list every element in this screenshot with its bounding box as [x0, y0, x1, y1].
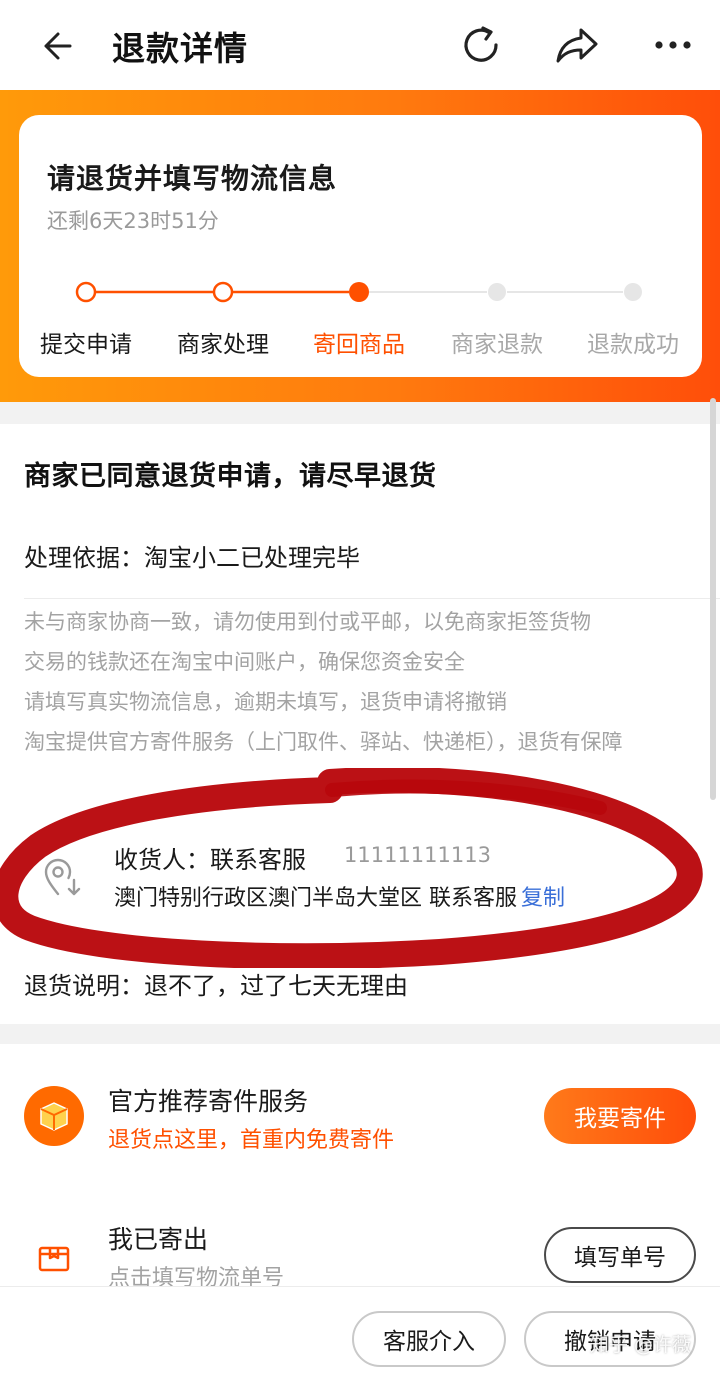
step-dot-active: [349, 282, 369, 302]
note-item: 请填写真实物流信息，逾期未填写，退货申请将撤销: [24, 690, 507, 714]
progress-tracker: [75, 281, 642, 303]
box-icon: [40, 1102, 68, 1131]
top-nav-bar: 退款详情: [0, 0, 720, 90]
official-service-subtitle: 退货点这里，首重内免费寄件: [108, 1128, 395, 1153]
customer-service-button[interactable]: 客服介入: [352, 1311, 506, 1367]
watermark: 知乎 @许薇: [590, 1334, 692, 1356]
step-dot-pending: [488, 283, 506, 301]
step-label-refund-success: 退款成功: [587, 332, 679, 358]
already-sent-title: 我已寄出: [108, 1225, 209, 1254]
copy-link[interactable]: 复制: [521, 886, 565, 911]
share-icon: [556, 28, 598, 63]
recipient-phone: 11111111113: [344, 843, 491, 867]
back-arrow-icon: [44, 32, 72, 60]
return-note: 退货说明：退不了，过了七天无理由: [24, 972, 408, 1000]
agree-heading: 商家已同意退货申请，请尽早退货: [24, 461, 437, 492]
step-dot-done: [212, 281, 234, 303]
refresh-button[interactable]: [456, 20, 506, 70]
step-label-return-goods: 寄回商品: [313, 332, 405, 358]
share-button[interactable]: [552, 20, 602, 70]
location-return-icon: [44, 858, 81, 896]
note-item: 交易的钱款还在淘宝中间账户，确保您资金安全: [24, 650, 465, 674]
status-card: 请退货并填写物流信息 还剩6天23时51分 提交申请 商家处理 寄回商品 商家退…: [19, 115, 702, 377]
info-card: 商家已同意退货申请，请尽早退货 处理依据：淘宝小二已处理完毕 未与商家协商一致，…: [0, 424, 720, 808]
fill-tracking-button[interactable]: 填写单号: [544, 1227, 696, 1283]
send-package-button[interactable]: 我要寄件: [544, 1088, 696, 1144]
address-card: 收货人：联系客服 11111111113 澳门特别行政区澳门半岛大堂区 联系客服…: [0, 808, 720, 1024]
scrollbar[interactable]: [710, 398, 716, 800]
recipient-address: 澳门特别行政区澳门半岛大堂区 联系客服 复制: [114, 880, 565, 912]
note-item: 淘宝提供官方寄件服务（上门取件、驿站、快递柜），退货有保障: [24, 730, 623, 754]
more-icon: [655, 41, 691, 49]
note-item: 未与商家协商一致，请勿使用到付或平邮，以免商家拒签货物: [24, 610, 591, 634]
remaining-time: 还剩6天23时51分: [47, 209, 219, 233]
more-button[interactable]: [648, 20, 698, 70]
back-button[interactable]: [34, 24, 78, 68]
step-dot-done: [75, 281, 97, 303]
refresh-icon: [464, 26, 498, 62]
step-label-merchant-refund: 商家退款: [451, 332, 543, 358]
step-label-merchant-process: 商家处理: [177, 332, 269, 358]
processing-basis: 处理依据：淘宝小二已处理完毕: [24, 544, 360, 572]
page-title: 退款详情: [112, 29, 248, 68]
address-text: 澳门特别行政区澳门半岛大堂区 联系客服: [114, 886, 517, 911]
step-dot-pending: [624, 283, 642, 301]
status-title: 请退货并填写物流信息: [47, 162, 338, 195]
package-icon: [24, 1086, 84, 1146]
shipped-box-icon: [38, 1246, 70, 1272]
recipient-name: 收货人：联系客服: [114, 846, 306, 874]
divider: [24, 598, 720, 599]
step-label-submit: 提交申请: [40, 332, 132, 358]
official-service-title: 官方推荐寄件服务: [108, 1087, 309, 1116]
